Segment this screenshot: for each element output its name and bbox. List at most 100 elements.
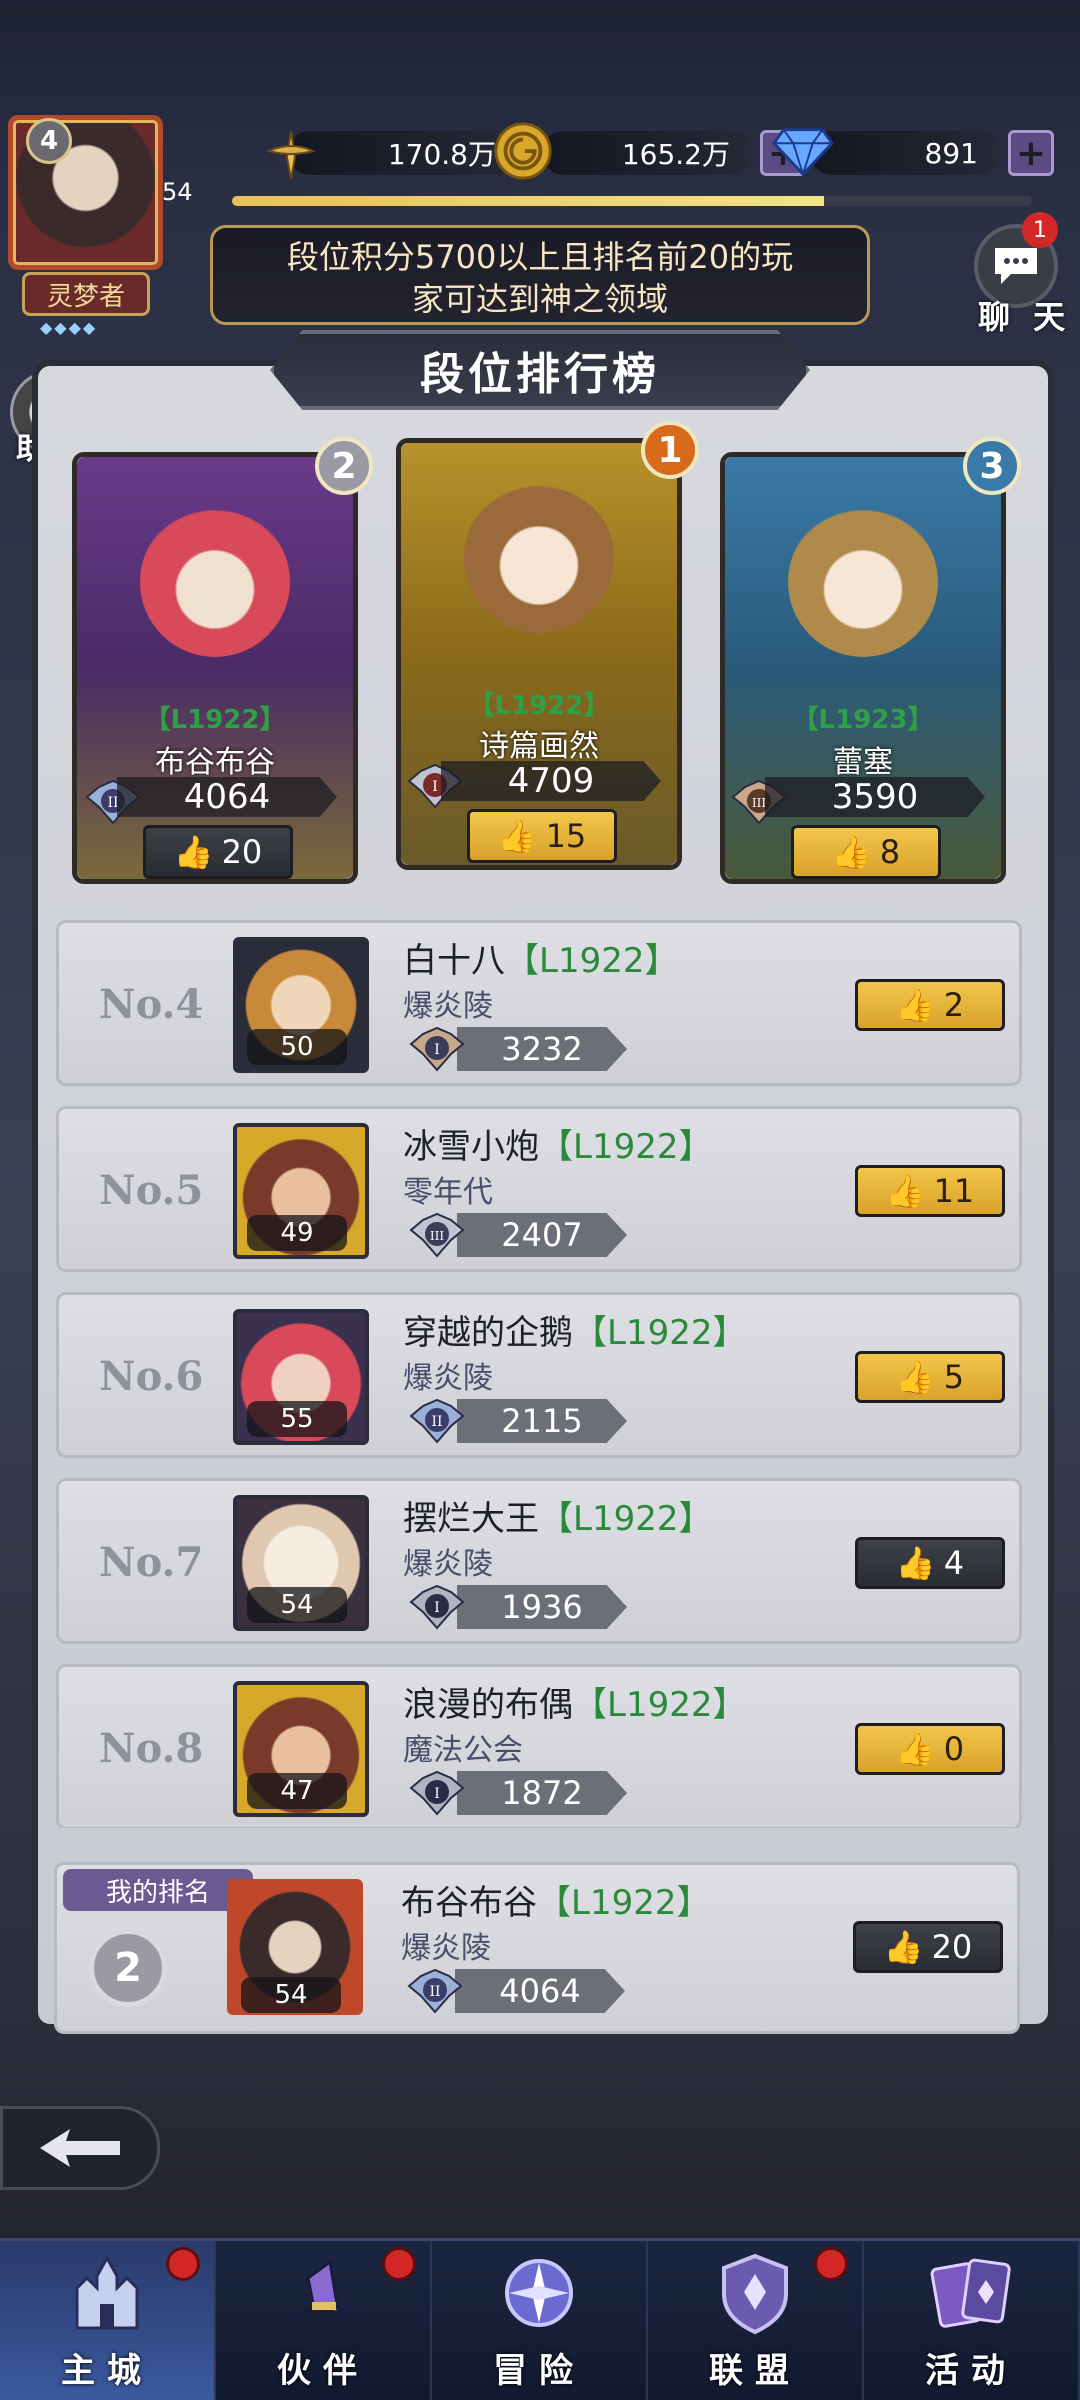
list-item[interactable]: No.7 54 摆烂大王【L1922】 爆炎陵 1936 I 👍 4 xyxy=(56,1478,1022,1644)
rank-tier-icon: III xyxy=(407,1207,467,1263)
player-score: 2407 xyxy=(457,1213,627,1257)
chat-label[interactable]: 聊 天 xyxy=(978,292,1071,338)
player-guild: 爆炎陵 xyxy=(403,989,493,1024)
like-button[interactable]: 👍 2 xyxy=(855,979,1005,1031)
like-button[interactable]: 👍 8 xyxy=(791,825,941,879)
player-guild: 爆炎陵 xyxy=(403,1361,493,1396)
nav-partners[interactable]: 伙伴 xyxy=(216,2241,432,2400)
player-name-line: 穿越的企鹅【L1922】 xyxy=(403,1305,746,1354)
thumbs-up-icon: 👍 xyxy=(173,833,214,871)
player-code: 【L1922】 xyxy=(539,1499,713,1539)
like-button[interactable]: 👍 4 xyxy=(855,1537,1005,1589)
xp-bar xyxy=(232,196,1032,206)
like-count: 5 xyxy=(943,1358,965,1396)
notification-dot xyxy=(382,2247,416,2281)
notification-dot xyxy=(166,2247,200,2281)
like-button[interactable]: 👍 20 xyxy=(143,825,293,879)
thumbs-up-icon: 👍 xyxy=(885,1172,926,1210)
list-item[interactable]: No.6 55 穿越的企鹅【L1922】 爆炎陵 2115 II 👍 5 xyxy=(56,1292,1022,1458)
rank-medal-1-icon: 1 xyxy=(641,421,699,479)
player-score: 1872 xyxy=(457,1771,627,1815)
top-rank-card-1[interactable]: 1 【L1922】 诗篇画然 I 4709 👍 15 xyxy=(396,421,699,870)
nav-events[interactable]: 活动 xyxy=(864,2241,1080,2400)
like-button[interactable]: 👍 15 xyxy=(467,809,617,863)
svg-text:III: III xyxy=(752,796,766,810)
notice-line-2: 家可达到神之领域 xyxy=(411,280,668,318)
player-code: 【L1922】 xyxy=(573,1685,747,1725)
diamond-value: 891 xyxy=(810,131,1000,175)
player-score: 4709 xyxy=(441,761,661,801)
rank-number: No.7 xyxy=(99,1539,204,1586)
xp-bar-fill xyxy=(232,196,824,206)
my-rank-medal-icon: 2 xyxy=(89,1929,167,2007)
back-arrow-icon xyxy=(40,2129,120,2167)
my-name-line: 布谷布谷【L1922】 xyxy=(401,1875,710,1924)
avatar-level-badge: 4 xyxy=(26,118,72,164)
rank-tier-icon: I xyxy=(407,1765,467,1821)
my-rank-row[interactable]: 我的排名 2 54 布谷布谷【L1922】 爆炎陵 4064 II 👍 20 xyxy=(54,1862,1020,2034)
player-stars: ◆◆◆◆ xyxy=(40,318,98,337)
sword-icon xyxy=(260,124,322,186)
gold-resource: 165.2万 + xyxy=(494,122,806,180)
my-guild: 爆炎陵 xyxy=(401,1931,491,1966)
thumbs-up-icon: 👍 xyxy=(883,1928,924,1966)
like-button[interactable]: 👍 5 xyxy=(855,1351,1005,1403)
player-name: 冰雪小炮 xyxy=(403,1127,539,1167)
player-name-line: 冰雪小炮【L1922】 xyxy=(403,1119,712,1168)
thumbs-up-icon: 👍 xyxy=(895,986,936,1024)
svg-text:II: II xyxy=(431,1414,442,1430)
rank-notice-banner: 段位积分5700以上且排名前20的玩 家可达到神之领域 xyxy=(210,225,870,325)
player-name-line: 摆烂大王【L1922】 xyxy=(403,1491,712,1540)
player-score: 3590 xyxy=(765,777,985,817)
player-level: 50 xyxy=(247,1029,347,1065)
add-diamond-button[interactable]: + xyxy=(1008,130,1054,176)
my-name: 布谷布谷 xyxy=(401,1883,537,1923)
top-rank-card-3[interactable]: 3 【L1923】 蕾塞 III 3590 👍 8 xyxy=(720,437,1021,884)
nav-alliance[interactable]: 联盟 xyxy=(648,2241,864,2400)
nav-main-city[interactable]: 主城 xyxy=(0,2241,216,2400)
like-count: 20 xyxy=(221,833,263,871)
like-button[interactable]: 👍 20 xyxy=(853,1921,1003,1973)
player-code: 【L1923】 xyxy=(792,705,934,735)
my-score: 4064 xyxy=(455,1969,625,2013)
player-level: 55 xyxy=(247,1401,347,1437)
rank-number: No.6 xyxy=(99,1353,204,1400)
diamond-resource: 891 + xyxy=(772,128,1054,178)
player-score: 1936 xyxy=(457,1585,627,1629)
svg-text:I: I xyxy=(434,1600,440,1616)
back-button[interactable] xyxy=(0,2106,160,2190)
thumbs-up-icon: 👍 xyxy=(895,1544,936,1582)
player-level: 49 xyxy=(247,1215,347,1251)
svg-text:II: II xyxy=(429,1984,440,2000)
top-rank-card-2[interactable]: 2 【L1922】 布谷布谷 II 4064 👍 20 xyxy=(72,437,373,884)
svg-text:II: II xyxy=(107,795,118,811)
player-level: 47 xyxy=(247,1773,347,1809)
rank-number: No.5 xyxy=(99,1167,204,1214)
player-code: 【L1922】 xyxy=(468,691,610,721)
rank-medal-3-icon: 3 xyxy=(963,437,1021,495)
like-button[interactable]: 👍 0 xyxy=(855,1723,1005,1775)
nav-label: 冒险 xyxy=(493,2351,585,2391)
chat-bubble-icon xyxy=(995,248,1037,284)
cards-icon xyxy=(916,2243,1026,2343)
chat-notification-badge: 1 xyxy=(1022,212,1058,248)
castle-icon xyxy=(52,2243,162,2343)
svg-text:III: III xyxy=(430,1229,444,1243)
rank-medal-2-icon: 2 xyxy=(315,437,373,495)
player-level: 54 xyxy=(162,178,193,206)
player-code: 【L1922】 xyxy=(539,1127,713,1167)
nav-adventure[interactable]: 冒险 xyxy=(432,2241,648,2400)
list-item[interactable]: No.5 49 冰雪小炮【L1922】 零年代 2407 III 👍 11 xyxy=(56,1106,1022,1272)
like-count: 0 xyxy=(943,1730,965,1768)
player-name: 穿越的企鹅 xyxy=(403,1313,573,1353)
like-button[interactable]: 👍 11 xyxy=(855,1165,1005,1217)
list-item[interactable]: No.8 47 浪漫的布偶【L1922】 魔法公会 1872 I 👍 0 xyxy=(56,1664,1022,1828)
leaderboard-list[interactable]: No.4 50 白十八【L1922】 爆炎陵 3232 I 👍 2 No.5 49… xyxy=(38,900,1042,1828)
rank-number: No.8 xyxy=(99,1725,204,1772)
nav-label: 活动 xyxy=(925,2351,1017,2391)
nav-label: 伙伴 xyxy=(277,2351,369,2391)
list-item[interactable]: No.4 50 白十八【L1922】 爆炎陵 3232 I 👍 2 xyxy=(56,920,1022,1086)
thumbs-up-icon: 👍 xyxy=(895,1358,936,1396)
like-count: 4 xyxy=(943,1544,965,1582)
player-code: 【L1922】 xyxy=(573,1313,747,1353)
